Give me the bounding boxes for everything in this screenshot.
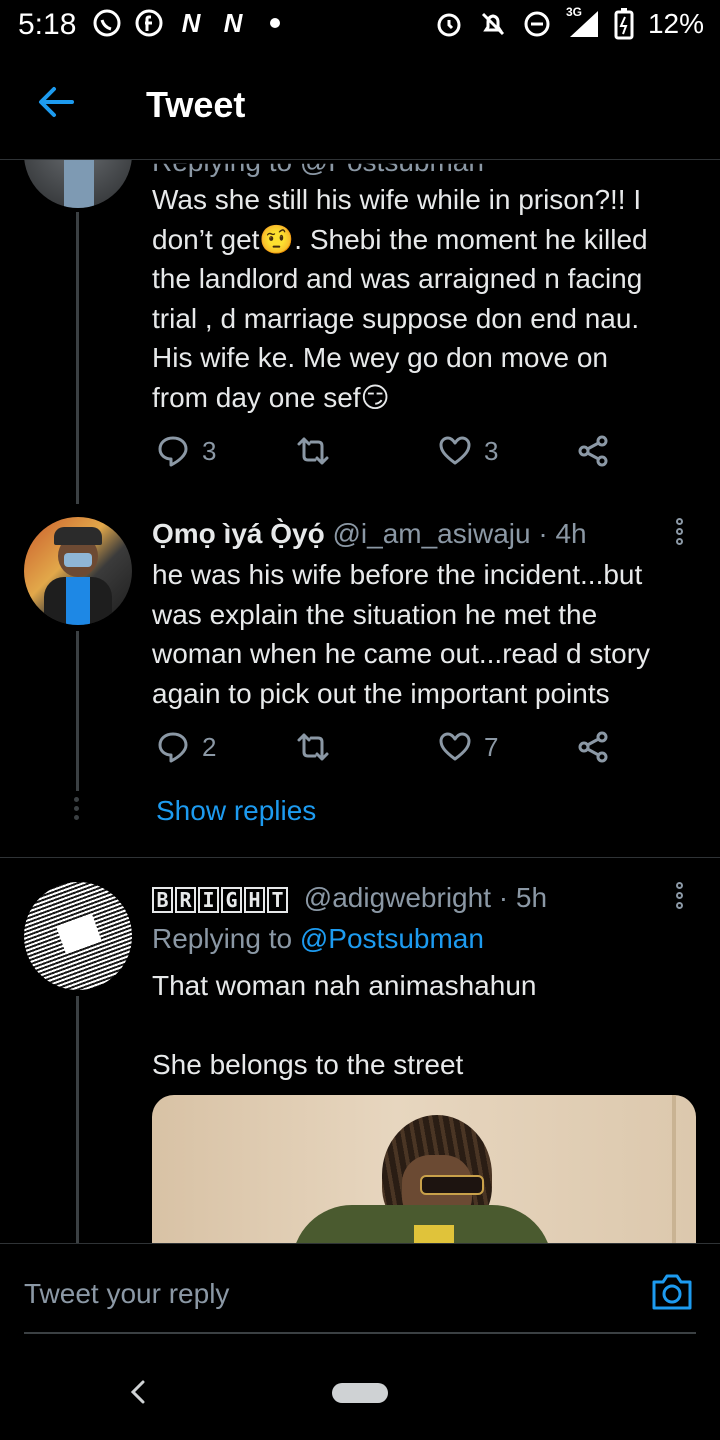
whatsapp-icon [92, 8, 122, 38]
share-icon [578, 731, 608, 763]
tweet-text-line: again to pick out the important points [152, 677, 610, 709]
tweet-text-line: from day one sef😏 [152, 381, 390, 413]
home-pill[interactable] [332, 1383, 388, 1403]
reply-input[interactable]: Tweet your reply [24, 1278, 229, 1310]
back-arrow-icon[interactable] [36, 82, 76, 122]
tweet-text-line: She belongs to the street [152, 1048, 464, 1080]
share-button[interactable] [576, 434, 610, 468]
thread-connector [76, 631, 79, 791]
replying-to-prefix: Replying to [152, 923, 300, 954]
like-count: 3 [484, 435, 499, 466]
thread-connector [76, 212, 79, 504]
tweet-divider [0, 857, 720, 858]
dot-icon [260, 8, 290, 38]
name-letter: B [152, 886, 173, 913]
tweet-text-line: was explain the situation he met the [152, 598, 598, 630]
page-title: Tweet [146, 84, 246, 125]
tweet-text: he was his wife before the incident...bu… [152, 555, 692, 713]
mute-icon [481, 12, 505, 36]
tweet-text-line: trial , d marriage suppose don end nau. [152, 302, 640, 334]
name-letter: I [198, 886, 219, 913]
retweet-button[interactable] [296, 730, 330, 764]
reply-count: 3 [202, 435, 217, 466]
thread-ellipsis [73, 797, 81, 824]
network-type: 3G [565, 5, 582, 19]
retweet-icon [297, 437, 329, 465]
user-handle[interactable]: @adigwebright [304, 882, 491, 913]
reply-icon [158, 436, 188, 467]
retweet-icon [297, 733, 329, 761]
like-button[interactable]: 3 [438, 434, 498, 468]
tweet-time: · 5h [498, 882, 548, 913]
user-handle[interactable]: @i_am_asiwaju [333, 518, 531, 549]
news-icon: N [223, 7, 243, 38]
replying-to-label: Replying to @Postsubman [152, 923, 484, 955]
like-count: 7 [484, 731, 499, 762]
notification-icons: N N [92, 8, 290, 38]
share-icon [578, 435, 608, 467]
do-not-disturb-icon [524, 11, 550, 37]
tweet-text-line: woman when he came out...read d story [152, 638, 651, 669]
tweet-time: · 4h [538, 518, 587, 549]
show-replies-link[interactable]: Show replies [156, 795, 316, 827]
alarm-icon [437, 13, 461, 37]
avatar[interactable] [24, 882, 132, 990]
name-letter: H [244, 886, 265, 913]
tweet-thread[interactable]: Replying to @Postsubman Was she still hi… [0, 160, 720, 1243]
tweet-text: That woman nah animashahun She belongs t… [152, 966, 692, 1084]
battery-icon [614, 8, 634, 40]
display-name[interactable]: Ọmọ ìyá Ọ̀yọ́ [152, 518, 325, 549]
tweet-text-line: His wife ke. Me wey go don move on [152, 342, 608, 373]
tweet-actions: 2 7 [156, 730, 616, 770]
replying-to-label: Replying to @Postsubman [152, 160, 484, 177]
reply-icon [158, 732, 188, 763]
more-options-icon[interactable] [676, 882, 686, 912]
tweet-text-line: the landlord and was arraigned n facing [152, 263, 643, 294]
signal-icon: 3G [566, 5, 600, 39]
tweet-image[interactable] [152, 1095, 696, 1243]
reply-count: 2 [202, 731, 217, 762]
heart-icon [439, 732, 471, 761]
name-letter: G [221, 886, 242, 913]
tweet-text-line: he was his wife before the incident...bu… [152, 559, 643, 590]
reply-button[interactable]: 3 [156, 434, 216, 468]
tweet-meta: B R I G H T @adigwebright · 5h [152, 882, 547, 914]
more-options-icon[interactable] [676, 518, 686, 548]
status-time: 5:18 [18, 8, 77, 41]
replying-to-user-link[interactable]: @Postsubman [300, 923, 484, 954]
app-header: Tweet [0, 58, 720, 158]
display-name[interactable]: B R I G H T [152, 886, 288, 913]
name-letter: T [267, 886, 288, 913]
avatar[interactable] [24, 160, 132, 208]
battery-percent: 12% [647, 8, 704, 39]
heart-icon [439, 436, 471, 465]
tweet-text-line: That woman nah animashahun [152, 970, 537, 1001]
system-nav-bar [0, 1343, 720, 1440]
name-letter: R [175, 886, 196, 913]
tweet-text-line: don’t get🤨. Shebi the moment he killed [152, 223, 648, 255]
share-button[interactable] [576, 730, 610, 764]
camera-icon[interactable] [650, 1272, 694, 1312]
news-icon: N [181, 7, 201, 38]
retweet-button[interactable] [296, 434, 330, 468]
status-bar: 5:18 N N 3G 12% [0, 0, 720, 52]
like-button[interactable]: 7 [438, 730, 498, 764]
tweet-text: Was she still his wife while in prison?!… [152, 180, 692, 417]
tweet-text-line: Was she still his wife while in prison?!… [152, 184, 642, 215]
tweet-meta: Ọmọ ìyá Ọ̀yọ́ @i_am_asiwaju · 4h [152, 518, 587, 550]
reply-button[interactable]: 2 [156, 730, 216, 764]
facebook-icon [134, 8, 164, 38]
tweet-actions: 3 3 [156, 434, 616, 474]
reply-composer: Tweet your reply [0, 1243, 720, 1344]
thread-connector [76, 996, 79, 1243]
reply-input-underline [24, 1332, 696, 1334]
avatar[interactable] [24, 517, 132, 625]
nav-back-icon[interactable] [128, 1379, 148, 1405]
